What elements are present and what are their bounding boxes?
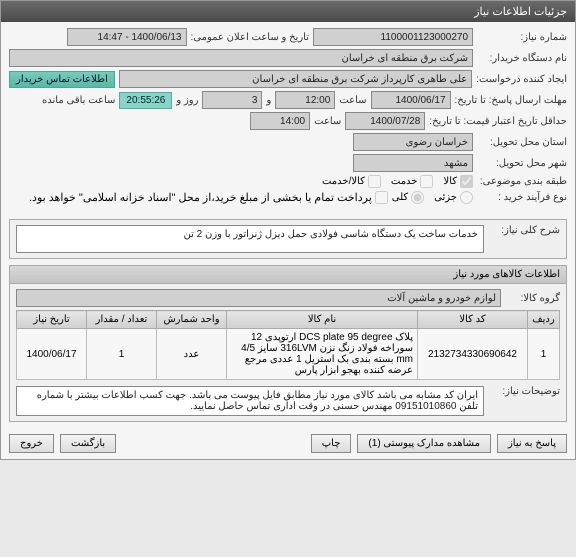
cell-idx: 1: [528, 329, 560, 380]
need-no-label: شماره نیاز:: [477, 32, 567, 43]
category-group: کالا خدمت کالا/خدمت: [322, 175, 473, 188]
table-header-row: ردیف کد کالا نام کالا واحد شمارش تعداد /…: [17, 311, 560, 329]
col-unit: واحد شمارش: [157, 311, 227, 329]
notes-text: ایران کد مشابه می باشد کالای مورد نیاز م…: [16, 386, 484, 416]
back-button[interactable]: بازگشت: [60, 434, 116, 453]
col-row: ردیف: [528, 311, 560, 329]
and-label: و: [266, 95, 271, 106]
hour-label-1: ساعت: [339, 95, 366, 106]
requester-label: ایجاد کننده درخواست:: [476, 74, 567, 85]
buy-process-group: جزئی کلی: [392, 191, 473, 204]
service-checkbox[interactable]: [420, 175, 433, 188]
buy-full[interactable]: کلی: [392, 191, 424, 204]
col-qty: تعداد / مقدار: [87, 311, 157, 329]
validity-label: حداقل تاریخ اعتبار قیمت: تا تاریخ:: [429, 116, 567, 127]
desc-label: شرح کلی نیاز:: [490, 225, 560, 236]
table-row[interactable]: 1 2132734330690642 پلاک DCS plate 95 deg…: [17, 329, 560, 380]
province-label: استان محل تحویل:: [477, 137, 567, 148]
validity-date-field: 1400/07/28: [345, 112, 425, 130]
deadline-hour-field: 12:00: [275, 91, 335, 109]
buy-process-label: نوع فرآیند خرید :: [477, 192, 567, 203]
desc-text: خدمات ساخت یک دستگاه شاسی فولادی حمل دیز…: [16, 225, 484, 253]
cell-unit: عدد: [157, 329, 227, 380]
goods-checkbox[interactable]: [460, 175, 473, 188]
need-details-panel: جزئیات اطلاعات نیاز شماره نیاز: 11000011…: [0, 0, 576, 460]
org-field: شرکت برق منطقه ای خراسان: [9, 49, 473, 67]
group-field: لوازم خودرو و ماشین آلات: [16, 289, 501, 307]
countdown-timer: 20:55:26: [119, 92, 172, 109]
service-text: خدمت: [391, 176, 418, 187]
deadline-date-field: 1400/06/17: [371, 91, 451, 109]
partial-radio[interactable]: [460, 191, 473, 204]
category-goods-service[interactable]: کالا/خدمت: [322, 175, 381, 188]
hour-label-2: ساعت: [314, 116, 341, 127]
button-row: پاسخ به نیاز مشاهده مدارک پیوستی (1) چاپ…: [1, 428, 575, 459]
cell-name: پلاک DCS plate 95 degree ارتوپدی 12 سورا…: [227, 329, 418, 380]
respond-button[interactable]: پاسخ به نیاز: [497, 434, 567, 453]
city-label: شهر محل تحویل:: [477, 158, 567, 169]
cell-code: 2132734330690642: [418, 329, 528, 380]
form-body: شماره نیاز: 1100001123000270 تاریخ و ساع…: [1, 22, 575, 213]
partial-text: جزئی: [434, 192, 457, 203]
spacer: [122, 434, 305, 453]
full-text: کلی: [392, 192, 408, 203]
col-code: کد کالا: [418, 311, 528, 329]
treasury-checkbox[interactable]: [375, 191, 388, 204]
category-service[interactable]: خدمت: [391, 175, 434, 188]
city-field: مشهد: [353, 154, 473, 172]
goods-service-checkbox[interactable]: [368, 175, 381, 188]
full-radio[interactable]: [411, 191, 424, 204]
category-goods[interactable]: کالا: [443, 175, 473, 188]
items-table: ردیف کد کالا نام کالا واحد شمارش تعداد /…: [16, 310, 560, 380]
buy-partial[interactable]: جزئی: [434, 191, 473, 204]
cell-qty: 1: [87, 329, 157, 380]
need-no-field: 1100001123000270: [313, 28, 473, 46]
treasury-text: پرداخت تمام یا بخشی از مبلغ خرید،از محل …: [29, 191, 372, 204]
items-header: اطلاعات کالاهای مورد نیاز: [10, 266, 566, 284]
print-button[interactable]: چاپ: [311, 434, 352, 453]
col-name: نام کالا: [227, 311, 418, 329]
validity-hour-field: 14:00: [250, 112, 310, 130]
requester-field: علی طاهری کارپرداز شرکت برق منطقه ای خرا…: [119, 70, 472, 88]
col-date: تاریخ نیاز: [17, 311, 87, 329]
days-field: 3: [202, 91, 262, 109]
cell-date: 1400/06/17: [17, 329, 87, 380]
days-label: روز و: [176, 95, 198, 106]
announce-field: 1400/06/13 - 14:47: [67, 28, 187, 46]
exit-button[interactable]: خروج: [9, 434, 54, 453]
announce-label: تاریخ و ساعت اعلان عمومی:: [191, 32, 310, 43]
category-label: طبقه بندی موضوعی:: [477, 176, 567, 187]
desc-section: شرح کلی نیاز: خدمات ساخت یک دستگاه شاسی …: [9, 219, 567, 259]
group-label: گروه کالا:: [505, 293, 560, 304]
goods-service-text: کالا/خدمت: [322, 176, 365, 187]
remain-label: ساعت باقی مانده: [42, 95, 115, 106]
treasury-note-check[interactable]: پرداخت تمام یا بخشی از مبلغ خرید،از محل …: [29, 191, 388, 204]
items-section: اطلاعات کالاهای مورد نیاز گروه کالا: لوا…: [9, 265, 567, 422]
attachments-button[interactable]: مشاهده مدارک پیوستی (1): [357, 434, 491, 453]
notes-label: توضیحات نیاز:: [490, 386, 560, 397]
deadline-label: مهلت ارسال پاسخ: تا تاریخ:: [455, 95, 567, 106]
contact-buyer-button[interactable]: اطلاعات تماس خریدار: [9, 71, 115, 88]
panel-title: جزئیات اطلاعات نیاز: [1, 1, 575, 22]
province-field: خراسان رضوی: [353, 133, 473, 151]
org-label: نام دستگاه خریدار:: [477, 53, 567, 64]
goods-text: کالا: [443, 176, 457, 187]
